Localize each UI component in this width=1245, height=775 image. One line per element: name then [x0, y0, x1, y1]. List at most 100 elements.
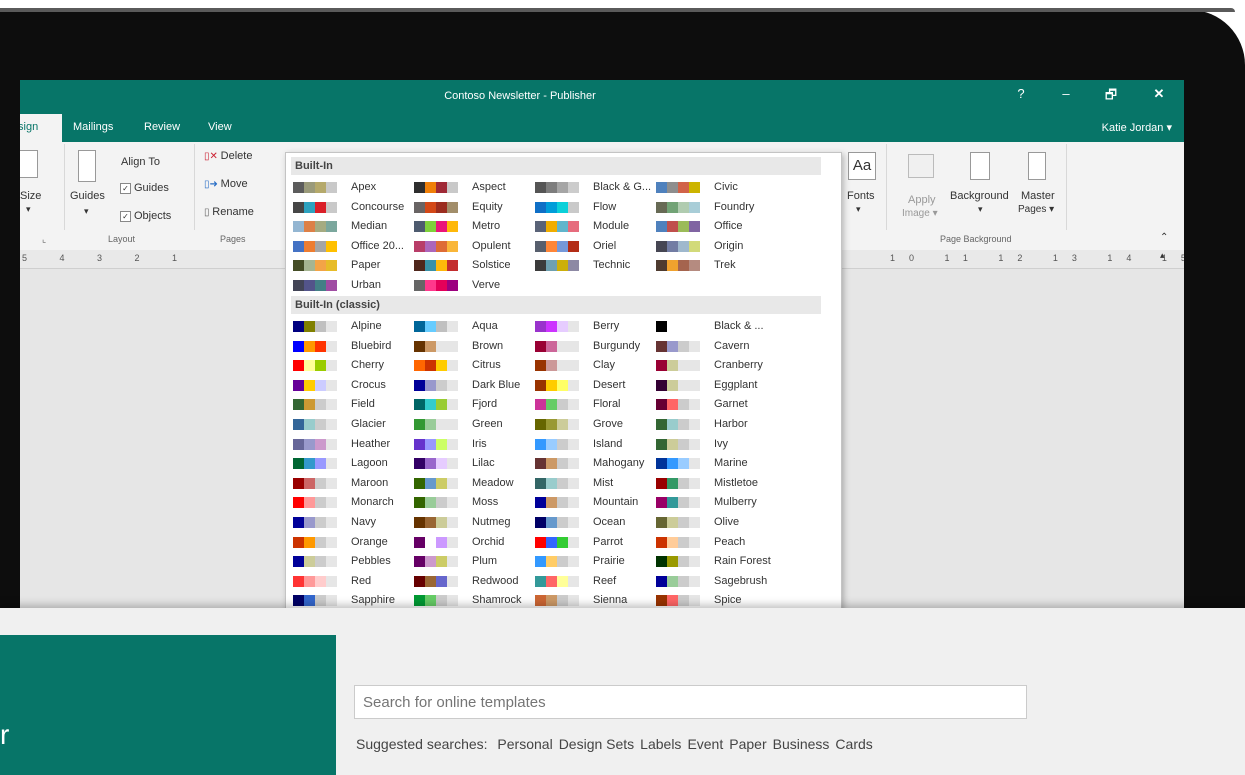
tab-mailings[interactable]: Mailings: [73, 121, 113, 133]
guides-checkbox[interactable]: ✓ Guides: [120, 182, 169, 194]
color-scheme-item[interactable]: Desert: [535, 377, 657, 395]
tab-design[interactable]: Design: [20, 114, 62, 142]
guides-button[interactable]: Guides: [70, 190, 105, 202]
color-scheme-item[interactable]: Flow: [535, 199, 657, 217]
guides-dropdown-icon[interactable]: ▾: [84, 206, 89, 217]
color-scheme-item[interactable]: Black & ...: [656, 318, 778, 336]
color-scheme-item[interactable]: Foundry: [656, 199, 778, 217]
color-scheme-item[interactable]: Verve: [414, 277, 536, 295]
color-scheme-item[interactable]: Mountain: [535, 494, 657, 512]
align-to-button[interactable]: Align To: [121, 156, 160, 168]
size-button[interactable]: Size: [20, 190, 41, 202]
color-scheme-item[interactable]: Prairie: [535, 553, 657, 571]
master-pages-button[interactable]: Master: [1021, 190, 1055, 202]
color-scheme-item[interactable]: Mist: [535, 475, 657, 493]
color-scheme-item[interactable]: Citrus: [414, 357, 536, 375]
objects-checkbox[interactable]: ✓ Objects: [120, 210, 171, 222]
color-scheme-item[interactable]: Origin: [656, 238, 778, 256]
color-scheme-item[interactable]: Mistletoe: [656, 475, 778, 493]
color-scheme-item[interactable]: Brown: [414, 338, 536, 356]
color-scheme-item[interactable]: Trek: [656, 257, 778, 275]
rename-page-button[interactable]: ▯ Rename: [204, 206, 254, 218]
color-scheme-item[interactable]: Garnet: [656, 396, 778, 414]
fonts-dropdown-icon[interactable]: ▾: [856, 204, 861, 215]
color-scheme-item[interactable]: Plum: [414, 553, 536, 571]
color-scheme-item[interactable]: Red: [293, 573, 415, 591]
color-scheme-item[interactable]: Cavern: [656, 338, 778, 356]
color-scheme-item[interactable]: Alpine: [293, 318, 415, 336]
color-scheme-item[interactable]: Metro: [414, 218, 536, 236]
color-scheme-item[interactable]: Oriel: [535, 238, 657, 256]
suggested-search-link[interactable]: Business: [773, 736, 830, 752]
color-scheme-item[interactable]: Nutmeg: [414, 514, 536, 532]
color-scheme-item[interactable]: Opulent: [414, 238, 536, 256]
color-scheme-item[interactable]: Orchid: [414, 534, 536, 552]
color-scheme-item[interactable]: Berry: [535, 318, 657, 336]
close-button[interactable]: ✕: [1148, 86, 1170, 102]
color-scheme-item[interactable]: Ivy: [656, 436, 778, 454]
color-scheme-item[interactable]: Crocus: [293, 377, 415, 395]
color-scheme-item[interactable]: Urban: [293, 277, 415, 295]
suggested-search-link[interactable]: Paper: [729, 736, 766, 752]
color-scheme-item[interactable]: Orange: [293, 534, 415, 552]
color-scheme-item[interactable]: Parrot: [535, 534, 657, 552]
ruler-scroll-up-icon[interactable]: ▴: [1160, 250, 1165, 261]
delete-page-button[interactable]: ▯✕ Delete: [204, 150, 252, 162]
color-scheme-item[interactable]: Apex: [293, 179, 415, 197]
color-scheme-item[interactable]: Heather: [293, 436, 415, 454]
color-scheme-item[interactable]: Lagoon: [293, 455, 415, 473]
color-scheme-item[interactable]: Monarch: [293, 494, 415, 512]
color-scheme-item[interactable]: Module: [535, 218, 657, 236]
color-scheme-item[interactable]: Olive: [656, 514, 778, 532]
color-scheme-item[interactable]: Mahogany: [535, 455, 657, 473]
color-scheme-item[interactable]: Median: [293, 218, 415, 236]
suggested-search-link[interactable]: Personal: [497, 736, 552, 752]
background-button[interactable]: Background: [950, 190, 1009, 202]
color-scheme-item[interactable]: Concourse: [293, 199, 415, 217]
apply-image-dropdown[interactable]: Image ▾: [902, 208, 938, 219]
color-scheme-item[interactable]: Equity: [414, 199, 536, 217]
tab-view[interactable]: View: [208, 121, 232, 133]
color-scheme-item[interactable]: Navy: [293, 514, 415, 532]
color-scheme-item[interactable]: Technic: [535, 257, 657, 275]
color-scheme-item[interactable]: Paper: [293, 257, 415, 275]
fonts-button[interactable]: Fonts: [847, 190, 875, 202]
color-scheme-item[interactable]: Rain Forest: [656, 553, 778, 571]
suggested-search-link[interactable]: Cards: [835, 736, 872, 752]
color-scheme-item[interactable]: Fjord: [414, 396, 536, 414]
color-scheme-item[interactable]: Green: [414, 416, 536, 434]
minimize-button[interactable]: –: [1055, 86, 1077, 101]
color-scheme-item[interactable]: Grove: [535, 416, 657, 434]
color-scheme-item[interactable]: Office: [656, 218, 778, 236]
suggested-search-link[interactable]: Design Sets: [559, 736, 634, 752]
color-scheme-item[interactable]: Island: [535, 436, 657, 454]
color-scheme-item[interactable]: Redwood: [414, 573, 536, 591]
color-scheme-item[interactable]: Bluebird: [293, 338, 415, 356]
color-scheme-item[interactable]: Maroon: [293, 475, 415, 493]
color-scheme-item[interactable]: Floral: [535, 396, 657, 414]
tab-review[interactable]: Review: [144, 121, 180, 133]
color-scheme-item[interactable]: Aspect: [414, 179, 536, 197]
color-scheme-item[interactable]: Lilac: [414, 455, 536, 473]
color-scheme-item[interactable]: Cherry: [293, 357, 415, 375]
color-scheme-item[interactable]: Sagebrush: [656, 573, 778, 591]
color-scheme-item[interactable]: Marine: [656, 455, 778, 473]
help-button[interactable]: ?: [1010, 86, 1032, 101]
color-scheme-item[interactable]: Ocean: [535, 514, 657, 532]
color-scheme-item[interactable]: Peach: [656, 534, 778, 552]
color-scheme-item[interactable]: Civic: [656, 179, 778, 197]
color-scheme-item[interactable]: Clay: [535, 357, 657, 375]
suggested-search-link[interactable]: Labels: [640, 736, 681, 752]
color-scheme-item[interactable]: Meadow: [414, 475, 536, 493]
color-scheme-item[interactable]: Mulberry: [656, 494, 778, 512]
collapse-ribbon-icon[interactable]: ⌃: [1160, 232, 1168, 243]
template-search-input[interactable]: [355, 686, 1005, 718]
background-dropdown-icon[interactable]: ▾: [978, 204, 983, 215]
color-scheme-item[interactable]: Glacier: [293, 416, 415, 434]
master-pages-dropdown[interactable]: Pages ▾: [1018, 204, 1054, 215]
color-scheme-item[interactable]: Burgundy: [535, 338, 657, 356]
move-page-button[interactable]: ▯➜ Move: [204, 178, 248, 190]
color-scheme-item[interactable]: Reef: [535, 573, 657, 591]
color-scheme-item[interactable]: Cranberry: [656, 357, 778, 375]
color-scheme-item[interactable]: Moss: [414, 494, 536, 512]
